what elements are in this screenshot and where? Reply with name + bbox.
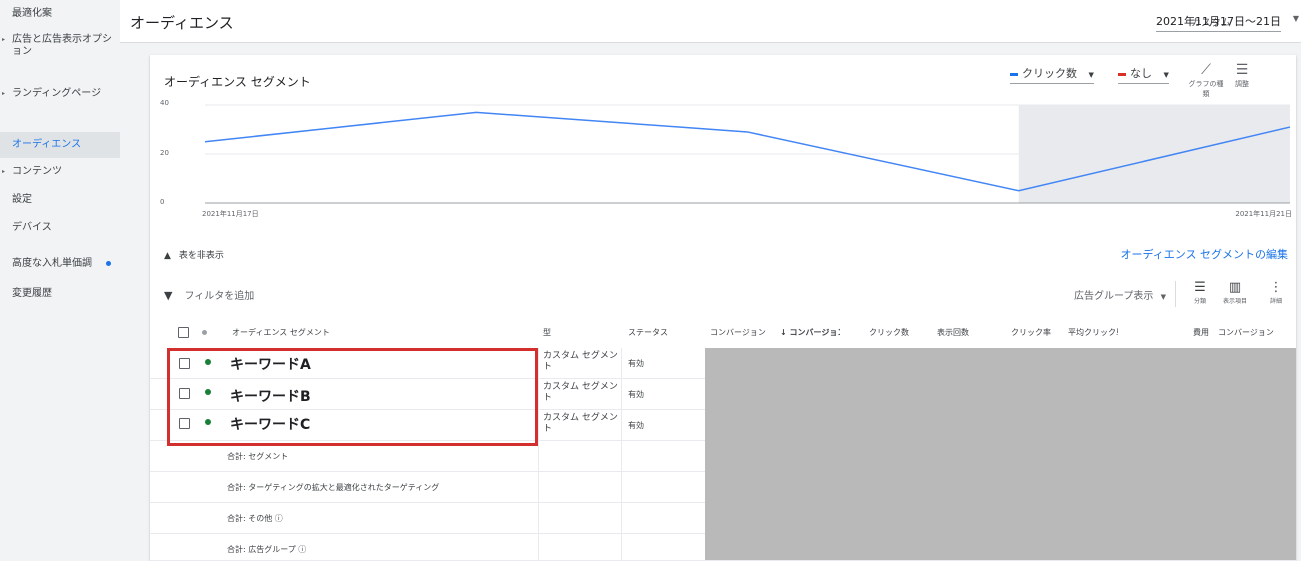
sidebar-item-change-history[interactable]: 変更履歴 — [0, 288, 120, 304]
column-divider — [621, 348, 622, 560]
add-filter-button[interactable]: ▼ フィルタを追加 — [164, 287, 254, 302]
col-header-conversions-2[interactable]: コンバージョン — [1218, 327, 1290, 338]
sidebar-item-label: オーディエンス — [12, 139, 82, 150]
table-header-row: オーディエンス セグメント 型 ステータス コンバージョン ↓ コンバージョン … — [150, 317, 1296, 349]
sidebar-item-landing-pages[interactable]: ▸ ランディングページ — [0, 88, 120, 116]
sidebar-item-label: デバイス — [12, 222, 52, 233]
sidebar-item-ads-extensions[interactable]: ▸ 広告と広告表示オプション — [0, 34, 120, 62]
chevron-up-icon: ▲ — [164, 251, 171, 261]
page-header: オーディエンス カスタム 2021年11月17日〜21日 ▼ — [120, 0, 1301, 43]
sidebar-item-recommendations[interactable]: 最適化案 — [0, 8, 120, 24]
segment-type: カスタム セグメント — [543, 351, 618, 372]
segment-button[interactable]: ☰ 分類 — [1188, 279, 1212, 305]
total-label: 合計: ターゲティングの拡大と最適化されたターゲティング — [227, 483, 440, 492]
segment-type: カスタム セグメント — [543, 382, 618, 403]
col-header-conversions[interactable]: コンバージョン — [710, 327, 772, 338]
sidebar-item-label: 設定 — [12, 194, 32, 205]
sidebar-item-label: コンテンツ — [12, 166, 62, 177]
col-header-type[interactable]: 型 — [543, 327, 613, 338]
caret-right-icon: ▸ — [2, 90, 6, 97]
total-label: 合計: 広告グループ ⓘ — [227, 545, 307, 554]
sidebar-item-audiences[interactable]: オーディエンス — [0, 132, 120, 158]
total-label: 合計: その他 ⓘ — [227, 514, 283, 523]
chevron-down-icon: ▼ — [1160, 293, 1166, 301]
add-filter-label: フィルタを追加 — [184, 291, 255, 302]
caret-right-icon: ▸ — [2, 168, 6, 175]
sidebar-item-content[interactable]: ▸ コンテンツ — [0, 166, 120, 182]
sidebar-item-devices[interactable]: デバイス — [0, 222, 120, 238]
segment-status: 有効 — [628, 359, 644, 368]
more-vert-icon: ⋮ — [1269, 280, 1283, 295]
col-header-status[interactable]: ステータス — [628, 327, 698, 338]
select-all-checkbox[interactable] — [178, 327, 189, 338]
edit-audience-link[interactable]: オーディエンス セグメントの編集 — [1120, 246, 1288, 262]
line-chart — [204, 104, 1291, 204]
x-axis-end-label: 2021年11月21日 — [1235, 210, 1292, 218]
sidebar-item-label: 変更履歴 — [12, 288, 52, 299]
ad-group-view-label: 広告グループ表示 — [1074, 291, 1154, 302]
date-range-picker[interactable]: 2021年11月17日〜21日 — [1156, 13, 1281, 32]
x-axis-start-label: 2021年11月17日 — [202, 210, 259, 218]
segment-label: 分類 — [1193, 298, 1206, 305]
sidebar-item-settings[interactable]: 設定 — [0, 194, 120, 210]
segment-status: 有効 — [628, 390, 644, 399]
caret-right-icon: ▸ — [2, 36, 6, 43]
columns-label: 表示項目 — [1222, 298, 1247, 305]
details-button[interactable]: ⋮ 詳細 — [1264, 279, 1288, 305]
col-header-clicks[interactable]: クリック数 — [869, 327, 929, 338]
chevron-down-icon[interactable]: ▼ — [1293, 14, 1299, 23]
col-header-segment[interactable]: オーディエンス セグメント — [232, 327, 532, 338]
toolbar-divider — [1175, 281, 1176, 307]
sidebar: 最適化案 ▸ 広告と広告表示オプション ▸ ランディングページ オーディエンス … — [0, 0, 120, 560]
status-header-dot — [202, 330, 207, 335]
redacted-metrics-block — [705, 348, 1296, 560]
col-header-ctr[interactable]: クリック率 — [1011, 327, 1066, 338]
columns-icon: ▥ — [1228, 280, 1242, 295]
col-header-impressions[interactable]: 表示回数 — [937, 327, 992, 338]
hide-table-label: 表を非表示 — [178, 251, 224, 261]
col-header-avg-cpc[interactable]: 平均クリック単価 — [1068, 327, 1118, 338]
segment-type: カスタム セグメント — [543, 413, 618, 434]
highlight-box — [167, 348, 538, 446]
total-label: 合計: セグメント — [227, 452, 289, 461]
new-badge-icon — [106, 261, 111, 266]
sidebar-item-label: ランディングページ — [12, 88, 102, 99]
details-label: 詳細 — [1269, 298, 1282, 305]
sidebar-item-bid-adjustments[interactable]: 高度な入札単価調 — [0, 258, 120, 274]
sidebar-item-label: 高度な入札単価調 — [12, 258, 92, 269]
column-divider — [538, 348, 539, 560]
columns-button[interactable]: ▥ 表示項目 — [1218, 279, 1252, 305]
sidebar-item-label: 最適化案 — [12, 8, 52, 19]
hide-table-toggle[interactable]: ▲ 表を非表示 — [164, 248, 224, 261]
sidebar-item-label: 広告と広告表示オプション — [12, 34, 112, 57]
col-header-conversions-sorted[interactable]: ↓ コンバージョン — [780, 327, 840, 338]
segment-status: 有効 — [628, 421, 644, 430]
ad-group-view-selector[interactable]: 広告グループ表示 ▼ — [1074, 287, 1166, 302]
page-title: オーディエンス — [130, 14, 234, 32]
segment-icon: ☰ — [1194, 280, 1206, 295]
filter-icon: ▼ — [164, 289, 173, 302]
